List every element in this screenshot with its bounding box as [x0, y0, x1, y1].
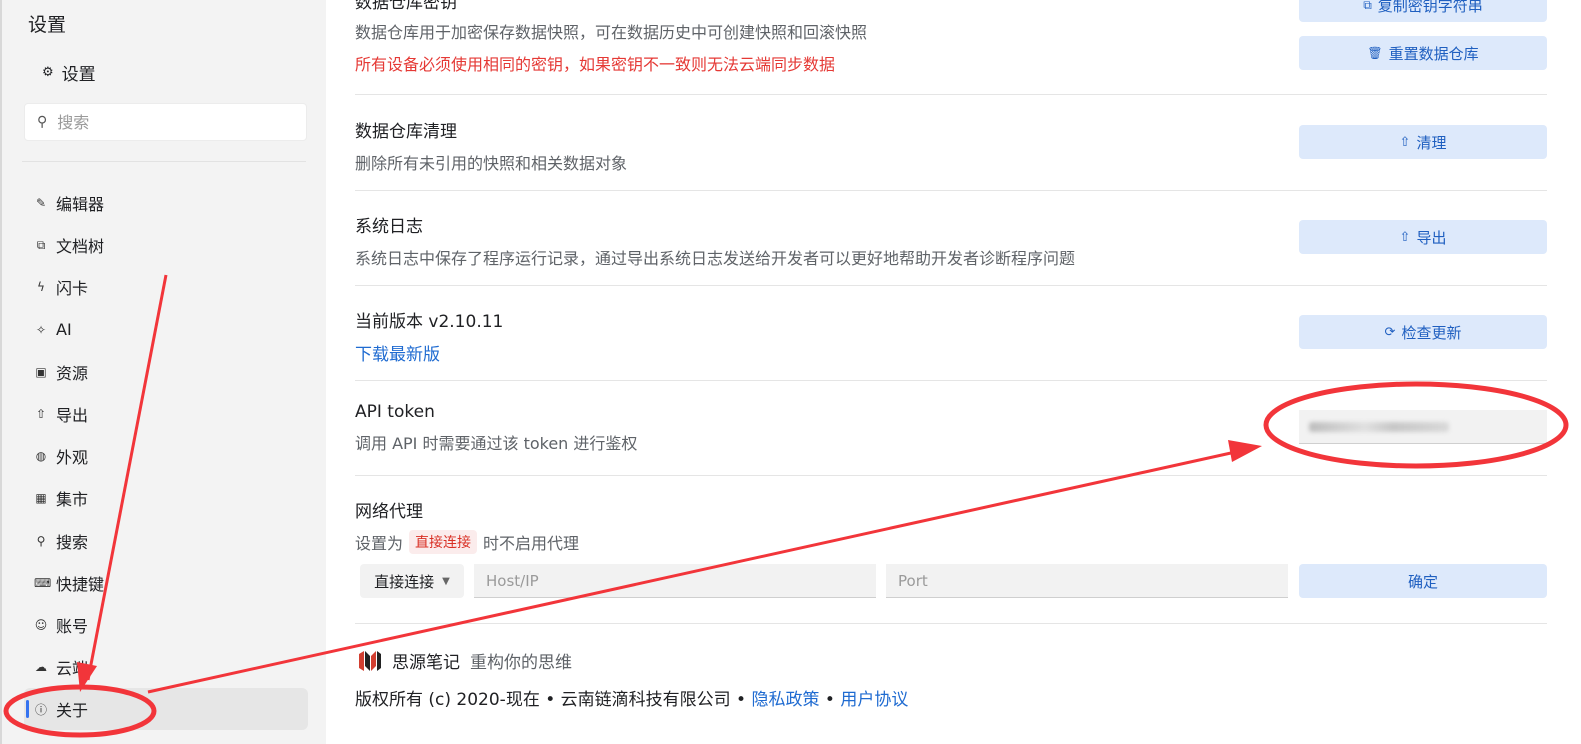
- sidebar-item-label: 搜索: [56, 532, 89, 552]
- copyright-line: 版权所有 (c) 2020-现在 • 云南链滴科技有限公司 • 隐私政策 • 用…: [355, 685, 908, 710]
- privacy-link[interactable]: 隐私政策: [752, 690, 820, 710]
- check-update-button[interactable]: ⟳ 检查更新: [1299, 315, 1547, 349]
- palette-icon: ◍: [35, 449, 47, 464]
- upload-icon: ⇧: [1399, 229, 1411, 245]
- app-slogan: 重构你的思维: [470, 653, 572, 673]
- search-icon: ⚲: [36, 533, 46, 548]
- sidebar-item-10[interactable]: ☺ 账号: [24, 604, 308, 646]
- export-log-button[interactable]: ⇧ 导出: [1299, 220, 1547, 254]
- clean-button[interactable]: ⇧ 清理: [1299, 125, 1547, 159]
- check-update-label: 检查更新: [1401, 323, 1462, 342]
- proxy-desc-suffix: 时不启用代理: [483, 534, 580, 553]
- search-icon: ⚲: [37, 114, 48, 130]
- copy-key-label: 复制密钥字符串: [1377, 0, 1483, 15]
- copy-icon: ⧉: [1363, 0, 1372, 12]
- cloud-icon: ☁: [35, 660, 47, 675]
- separator-dot: •: [824, 690, 835, 710]
- keyboard-icon: ⌨: [34, 575, 52, 590]
- sidebar-item-label: 文档树: [56, 237, 105, 257]
- user-icon: ☺: [34, 617, 48, 632]
- store-icon: ▦: [35, 491, 47, 506]
- sidebar-title: 设置: [28, 14, 67, 36]
- sidebar-item-label: 导出: [56, 406, 89, 426]
- sidebar-item-label: AI: [56, 320, 72, 340]
- sidebar-item-8[interactable]: ⚲ 搜索: [24, 520, 308, 562]
- repo-clean-row: 数据仓库清理 删除所有未引用的快照和相关数据对象 ⇧ 清理: [355, 95, 1547, 191]
- sidebar-item-6[interactable]: ◍ 外观: [24, 435, 308, 477]
- version-row: 当前版本 v2.10.11 下载最新版 ⟳ 检查更新: [355, 286, 1547, 381]
- sidebar-nav: ✎ 编辑器 ⧉ 文档树 ϟ 闪卡 ✧ AI ▣ 资源 ⇧ 导出 ◍ 外观 ▦ 集市 ⚲ 搜索 ⌨ 快捷键 ☺ 账号 ☁ 云端 ⓘ…: [24, 182, 308, 731]
- tree-icon: ⧉: [36, 237, 46, 252]
- proxy-row: 网络代理 设置为 直接连接 时不启用代理: [355, 476, 1547, 624]
- reset-repo-label: 重置数据仓库: [1388, 44, 1479, 63]
- proxy-desc: 设置为 直接连接 时不启用代理: [355, 530, 1547, 554]
- sidebar-setting-entry[interactable]: ⚙ 设置: [42, 60, 96, 85]
- refresh-icon: ⟳: [1384, 324, 1396, 340]
- trash-icon: 🗑: [1367, 46, 1383, 60]
- sidebar-item-label: 闪卡: [56, 279, 89, 299]
- token-redacted-blur: [1309, 421, 1449, 432]
- sidebar-item-4[interactable]: ▣ 资源: [24, 351, 308, 393]
- sidebar-item-0[interactable]: ✎ 编辑器: [24, 182, 308, 224]
- sidebar-setting-label: 设置: [61, 65, 96, 85]
- caret-down-icon: ▼: [442, 575, 450, 587]
- port-input[interactable]: [886, 564, 1288, 598]
- proxy-desc-prefix: 设置为: [355, 534, 404, 553]
- sidebar-item-label: 快捷键: [56, 574, 105, 594]
- download-latest-link[interactable]: 下载最新版: [355, 345, 440, 365]
- sidebar-item-3[interactable]: ✧ AI: [24, 309, 308, 351]
- syslog-row: 系统日志 系统日志中保存了程序运行记录，通过导出系统日志发送给开发者可以更好地帮…: [355, 191, 1547, 286]
- info-icon: ⓘ: [34, 702, 47, 717]
- sidebar-item-2[interactable]: ϟ 闪卡: [24, 266, 308, 308]
- upload-icon: ⇧: [35, 407, 47, 422]
- sparkle-icon: ✧: [35, 322, 47, 337]
- sidebar-item-label: 集市: [56, 490, 89, 510]
- export-log-label: 导出: [1416, 228, 1447, 247]
- upload-icon: ⇧: [1399, 134, 1411, 150]
- sidebar-item-9[interactable]: ⌨ 快捷键: [24, 562, 308, 604]
- proxy-desc-chip: 直接连接: [409, 530, 478, 554]
- reset-repo-button[interactable]: 🗑 重置数据仓库: [1299, 36, 1547, 70]
- terms-link[interactable]: 用户协议: [840, 690, 908, 710]
- sidebar-item-label: 编辑器: [56, 195, 105, 215]
- sidebar-search[interactable]: ⚲: [24, 103, 307, 141]
- search-input[interactable]: [57, 112, 278, 132]
- sidebar-item-label: 云端: [56, 659, 89, 679]
- settings-sidebar: 设置 ⚙ 设置 ⚲ ✎ 编辑器 ⧉ 文档树 ϟ 闪卡 ✧ AI ▣ 资源 ⇧ 导出 ◍ 外观 ▦ 集市 ⚲ 搜索 ⌨…: [0, 0, 326, 744]
- sidebar-item-label: 外观: [56, 448, 89, 468]
- siyuan-logo-icon: [359, 650, 381, 671]
- proxy-type-value: 直接连接: [374, 572, 435, 591]
- copy-key-button[interactable]: ⧉ 复制密钥字符串: [1299, 0, 1547, 22]
- pencil-icon: ✎: [35, 196, 47, 211]
- flash-icon: ϟ: [37, 280, 45, 295]
- proxy-type-select[interactable]: 直接连接 ▼: [360, 564, 464, 598]
- sidebar-item-12[interactable]: ⓘ 关于: [24, 688, 308, 731]
- sidebar-item-label: 账号: [56, 616, 89, 636]
- divider: [22, 161, 306, 162]
- sidebar-item-label: 关于: [56, 701, 89, 721]
- sidebar-item-11[interactable]: ☁ 云端: [24, 646, 308, 688]
- about-brand: 思源笔记 重构你的思维: [358, 648, 572, 673]
- proxy-title: 网络代理: [355, 502, 423, 522]
- sidebar-item-7[interactable]: ▦ 集市: [24, 477, 308, 519]
- sidebar-item-1[interactable]: ⧉ 文档树: [24, 224, 308, 266]
- sidebar-item-5[interactable]: ⇧ 导出: [24, 393, 308, 435]
- host-input[interactable]: [474, 564, 876, 598]
- app-name: 思源笔记: [392, 653, 460, 673]
- image-icon: ▣: [35, 364, 47, 379]
- clean-label: 清理: [1416, 133, 1447, 152]
- proxy-confirm-button[interactable]: 确定: [1299, 564, 1547, 598]
- settings-main: 数据仓库密钥 数据仓库用于加密保存数据快照，可在数据历史中可创建快照和回滚快照 …: [355, 0, 1547, 744]
- copyright-text: 版权所有 (c) 2020-现在 • 云南链滴科技有限公司 •: [355, 690, 747, 710]
- gear-icon: ⚙: [42, 65, 54, 80]
- api-token-field[interactable]: [1299, 410, 1547, 444]
- sidebar-item-label: 资源: [56, 363, 89, 383]
- repo-key-row: 数据仓库密钥 数据仓库用于加密保存数据快照，可在数据历史中可创建快照和回滚快照 …: [355, 0, 1547, 95]
